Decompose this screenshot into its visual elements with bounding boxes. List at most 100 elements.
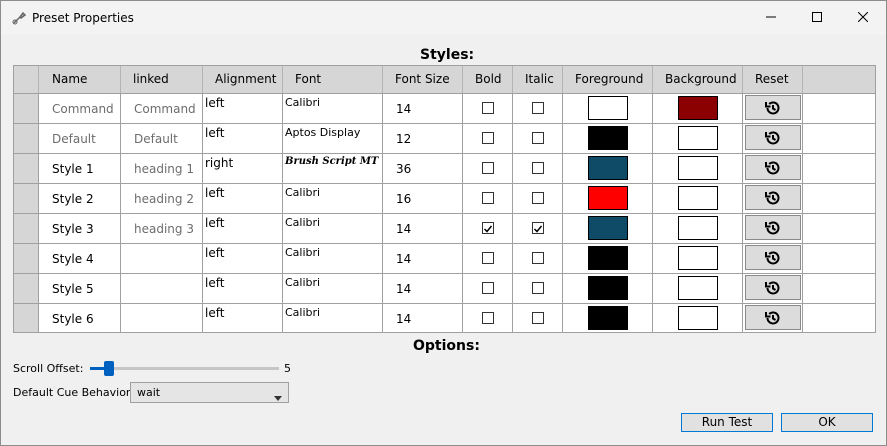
bold-checkbox[interactable] <box>482 312 494 324</box>
alignment-cell[interactable]: left <box>203 94 283 123</box>
header-bold[interactable]: Bold <box>463 66 513 93</box>
linked-cell[interactable]: Command <box>121 94 203 123</box>
foreground-swatch[interactable] <box>588 216 628 240</box>
header-name[interactable]: Name <box>39 66 121 93</box>
linked-cell[interactable]: heading 3 <box>121 214 203 243</box>
linked-cell[interactable] <box>121 274 203 303</box>
font-cell[interactable]: Calibri <box>283 304 383 332</box>
foreground-swatch[interactable] <box>588 96 628 120</box>
font-cell[interactable]: Brush Script MT <box>283 154 383 183</box>
reset-button[interactable] <box>745 125 801 150</box>
font-cell[interactable]: Calibri <box>283 244 383 273</box>
name-cell[interactable]: Default <box>39 124 121 153</box>
italic-checkbox[interactable] <box>532 162 544 174</box>
reset-button[interactable] <box>745 215 801 240</box>
alignment-cell[interactable]: right <box>203 154 283 183</box>
maximize-button[interactable] <box>794 1 840 35</box>
scroll-offset-slider-thumb[interactable] <box>104 361 114 376</box>
font-cell[interactable]: Calibri <box>283 274 383 303</box>
ok-button[interactable]: OK <box>781 413 873 432</box>
bold-checkbox[interactable] <box>482 132 494 144</box>
reset-button[interactable] <box>745 275 801 300</box>
name-cell[interactable]: Style 2 <box>39 184 121 213</box>
linked-cell[interactable]: Default <box>121 124 203 153</box>
row-header[interactable] <box>14 274 39 303</box>
background-swatch[interactable] <box>678 186 718 210</box>
header-foreground[interactable]: Foreground <box>563 66 653 93</box>
bold-checkbox[interactable] <box>482 282 494 294</box>
name-cell[interactable]: Style 4 <box>39 244 121 273</box>
close-button[interactable] <box>840 1 886 35</box>
foreground-swatch[interactable] <box>588 306 628 330</box>
row-header[interactable] <box>14 244 39 273</box>
background-swatch[interactable] <box>678 276 718 300</box>
background-swatch[interactable] <box>678 216 718 240</box>
alignment-cell[interactable]: left <box>203 124 283 153</box>
foreground-swatch[interactable] <box>588 276 628 300</box>
bold-checkbox[interactable] <box>482 102 494 114</box>
bold-checkbox[interactable] <box>482 162 494 174</box>
header-linked[interactable]: linked <box>121 66 203 93</box>
alignment-cell[interactable]: left <box>203 304 283 332</box>
header-italic[interactable]: Italic <box>513 66 563 93</box>
background-swatch[interactable] <box>678 306 718 330</box>
scroll-offset-slider[interactable] <box>90 367 279 370</box>
background-swatch[interactable] <box>678 96 718 120</box>
bold-checkbox[interactable] <box>482 192 494 204</box>
font-size-cell[interactable]: 14 <box>383 274 463 303</box>
linked-cell[interactable]: heading 2 <box>121 184 203 213</box>
font-size-cell[interactable]: 14 <box>383 244 463 273</box>
linked-cell[interactable]: heading 1 <box>121 154 203 183</box>
bold-checkbox[interactable] <box>482 252 494 264</box>
italic-checkbox[interactable] <box>532 132 544 144</box>
linked-cell[interactable] <box>121 244 203 273</box>
alignment-cell[interactable]: left <box>203 244 283 273</box>
cue-behavior-dropdown[interactable]: wait <box>130 382 289 403</box>
reset-button[interactable] <box>745 245 801 270</box>
reset-button[interactable] <box>745 95 801 120</box>
name-cell[interactable]: Command <box>39 94 121 123</box>
background-swatch[interactable] <box>678 126 718 150</box>
reset-button[interactable] <box>745 155 801 180</box>
header-reset[interactable]: Reset <box>743 66 803 93</box>
alignment-cell[interactable]: left <box>203 214 283 243</box>
reset-button[interactable] <box>745 305 801 330</box>
name-cell[interactable]: Style 5 <box>39 274 121 303</box>
italic-checkbox[interactable] <box>532 222 544 234</box>
background-swatch[interactable] <box>678 246 718 270</box>
italic-checkbox[interactable] <box>532 192 544 204</box>
font-cell[interactable]: Calibri <box>283 94 383 123</box>
foreground-swatch[interactable] <box>588 126 628 150</box>
name-cell[interactable]: Style 6 <box>39 304 121 332</box>
foreground-swatch[interactable] <box>588 186 628 210</box>
row-header[interactable] <box>14 124 39 153</box>
font-size-cell[interactable]: 36 <box>383 154 463 183</box>
font-cell[interactable]: Calibri <box>283 214 383 243</box>
row-header[interactable] <box>14 304 39 332</box>
background-swatch[interactable] <box>678 156 718 180</box>
row-header[interactable] <box>14 214 39 243</box>
name-cell[interactable]: Style 1 <box>39 154 121 183</box>
minimize-button[interactable] <box>748 1 794 35</box>
font-size-cell[interactable]: 12 <box>383 124 463 153</box>
italic-checkbox[interactable] <box>532 282 544 294</box>
font-size-cell[interactable]: 14 <box>383 214 463 243</box>
header-alignment[interactable]: Alignment <box>203 66 283 93</box>
bold-checkbox[interactable] <box>482 222 494 234</box>
italic-checkbox[interactable] <box>532 252 544 264</box>
header-font-size[interactable]: Font Size <box>383 66 463 93</box>
row-header[interactable] <box>14 154 39 183</box>
foreground-swatch[interactable] <box>588 246 628 270</box>
foreground-swatch[interactable] <box>588 156 628 180</box>
header-background[interactable]: Background <box>653 66 743 93</box>
font-size-cell[interactable]: 14 <box>383 94 463 123</box>
font-cell[interactable]: Calibri <box>283 184 383 213</box>
linked-cell[interactable] <box>121 304 203 332</box>
italic-checkbox[interactable] <box>532 102 544 114</box>
font-cell[interactable]: Aptos Display <box>283 124 383 153</box>
italic-checkbox[interactable] <box>532 312 544 324</box>
header-font[interactable]: Font <box>283 66 383 93</box>
font-size-cell[interactable]: 14 <box>383 304 463 332</box>
run-test-button[interactable]: Run Test <box>681 413 773 432</box>
row-header[interactable] <box>14 184 39 213</box>
